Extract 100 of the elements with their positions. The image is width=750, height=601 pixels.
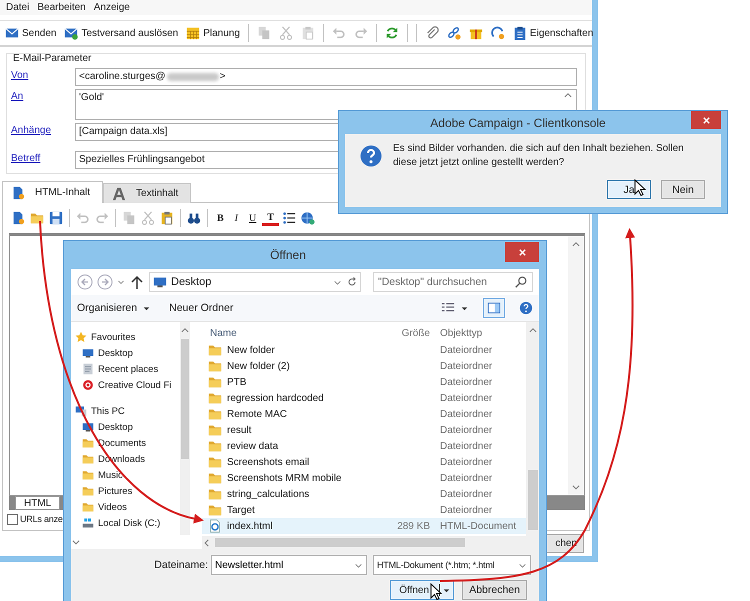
file-type: HTML-Document	[440, 520, 516, 532]
field-link[interactable]: Anhänge	[11, 125, 75, 136]
field-link[interactable]: Betreff	[11, 153, 75, 164]
toolbar-button[interactable]: Eigenschaften	[510, 25, 596, 41]
file-name: New folder (2)	[227, 360, 290, 372]
file-type-dropdown[interactable]: HTML-Dokument (*.htm; *.html	[373, 555, 531, 575]
file-row[interactable]: Target Dateiordner	[202, 502, 526, 518]
menu-item[interactable]: Anzeige	[90, 2, 134, 13]
file-row[interactable]: Remote MAC Dateiordner	[202, 406, 526, 422]
folder-icon	[82, 453, 94, 465]
file-row[interactable]: New folder Dateiordner	[202, 342, 526, 358]
scrollbar[interactable]	[180, 322, 190, 535]
folder-icon	[208, 503, 222, 517]
file-row[interactable]: Screenshots MRM mobile Dateiordner	[202, 470, 526, 486]
toolbar-button[interactable]: Neuer Ordner	[165, 300, 238, 316]
preview-pane-button[interactable]	[483, 298, 505, 318]
filename-field[interactable]: Newsletter.html	[211, 555, 367, 575]
globe-button[interactable]	[298, 210, 317, 226]
question-icon	[359, 144, 383, 168]
nav-item[interactable]: Desktop	[75, 420, 180, 434]
folder-icon	[82, 469, 94, 481]
file-row[interactable]: regression hardcoded Dateiordner	[202, 390, 526, 406]
close-button[interactable]	[505, 242, 539, 262]
file-type: Dateiordner	[440, 360, 492, 372]
toolbar-button[interactable]: Testversand auslösen	[61, 25, 182, 41]
cancel-button[interactable]: Abbrechen	[462, 580, 527, 600]
file-name: review data	[227, 440, 278, 452]
scrollbar[interactable]	[526, 322, 539, 549]
scrollbar[interactable]	[568, 236, 584, 495]
bold-button[interactable]: B	[212, 212, 229, 224]
folder-icon	[208, 375, 222, 389]
search-field[interactable]: "Desktop" durchsuchen	[373, 272, 533, 292]
file-row[interactable]: review data Dateiordner	[202, 438, 526, 454]
scrollbar[interactable]	[202, 536, 526, 549]
dialog-button[interactable]: Nein	[661, 180, 705, 199]
file-row[interactable]: string_calculations Dateiordner	[202, 486, 526, 502]
document-icon	[11, 186, 25, 200]
desktop-icon	[82, 347, 94, 359]
menu-item[interactable]: Datei	[2, 2, 34, 13]
address-bar[interactable]: Desktop	[149, 272, 361, 292]
folder-icon	[208, 359, 222, 373]
web-document-icon	[208, 519, 222, 533]
mail-icon	[5, 26, 19, 40]
paperclip-icon	[424, 26, 439, 40]
nav-item[interactable]: Videos	[75, 500, 180, 514]
toolbar-button[interactable]: Senden	[2, 25, 60, 41]
tab[interactable]: HTML	[15, 496, 60, 510]
nav-item[interactable]: Desktop	[75, 346, 180, 360]
back-button[interactable]	[77, 274, 93, 290]
file-type: Dateiordner	[440, 440, 492, 452]
nav-item[interactable]: Pictures	[75, 484, 180, 498]
mouse-cursor-icon	[430, 582, 442, 600]
column-header[interactable]: Größe	[380, 328, 440, 338]
file-row[interactable]: PTB Dateiordner	[202, 374, 526, 390]
tab[interactable]: HTML-Inhalt	[2, 181, 104, 203]
nav-item[interactable]: Favourites	[75, 330, 180, 344]
scroll-thumb[interactable]	[181, 339, 189, 459]
file-row[interactable]: index.html 289 KB HTML-Document	[202, 518, 526, 534]
clear-format-button[interactable]: T	[262, 210, 279, 226]
file-row[interactable]: result Dateiordner	[202, 422, 526, 438]
letter-icon	[112, 186, 126, 200]
nav-item[interactable]: Music	[75, 468, 180, 482]
file-name: Screenshots MRM mobile	[227, 472, 342, 484]
file-row[interactable]: Screenshots email Dateiordner	[202, 454, 526, 470]
refresh-button[interactable]	[346, 276, 358, 288]
up-button[interactable]	[129, 274, 145, 290]
history-button[interactable]	[117, 278, 125, 286]
document-icon	[82, 363, 94, 375]
list-icon	[282, 211, 296, 225]
italic-button[interactable]: I	[230, 212, 244, 224]
file-type: Dateiordner	[440, 424, 492, 436]
tab[interactable]: Textinhalt	[103, 183, 192, 203]
forward-button[interactable]	[97, 274, 113, 290]
scroll-thumb[interactable]	[215, 538, 465, 547]
column-header[interactable]: Objekttyp	[440, 328, 526, 338]
folder-icon	[208, 455, 222, 469]
folder-icon	[208, 391, 222, 405]
column-header[interactable]: Name	[202, 328, 380, 338]
split-button[interactable]: Öffnen	[390, 580, 454, 600]
checkbox[interactable]	[7, 514, 18, 524]
toolbar-button[interactable]: Planung	[183, 25, 243, 41]
nav-item[interactable]: Local Disk (C:)	[75, 516, 180, 530]
underline-button[interactable]: U	[244, 212, 262, 224]
scroll-thumb[interactable]	[528, 470, 538, 530]
file-name: index.html	[227, 520, 273, 532]
field-link[interactable]: An	[11, 91, 75, 102]
nav-label: Music	[98, 470, 123, 480]
nav-item[interactable]: Creative Cloud Fi	[75, 378, 180, 392]
field-link[interactable]: Von	[11, 70, 75, 81]
nav-label: Desktop	[98, 348, 133, 358]
file-row[interactable]: New folder (2) Dateiordner	[202, 358, 526, 374]
star-icon	[75, 331, 87, 343]
toolbar-button[interactable]: Organisieren	[73, 300, 156, 316]
nav-item[interactable]: This PC	[75, 404, 180, 418]
save-button[interactable]	[47, 210, 65, 226]
file-type: Dateiordner	[440, 488, 492, 500]
nav-item[interactable]: Recent places	[75, 362, 180, 376]
close-button[interactable]	[691, 111, 721, 129]
menu-item[interactable]: Bearbeiten	[33, 2, 90, 13]
sender-field[interactable]: <caroline.sturges@ >	[75, 68, 577, 86]
